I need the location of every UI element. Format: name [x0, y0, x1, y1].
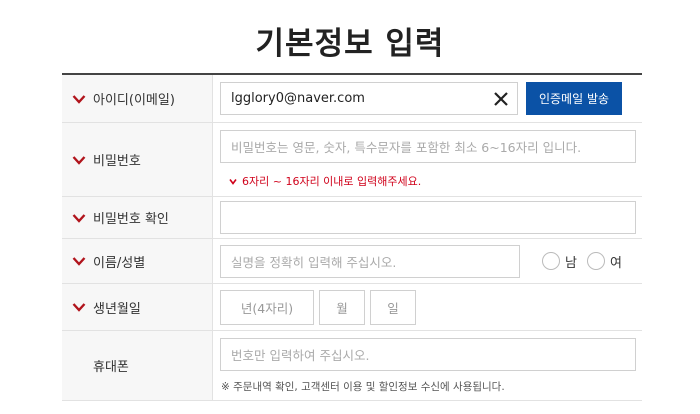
- name-placeholder: 실명을 정확히 입력해 주십시오.: [231, 254, 397, 270]
- birth-month-input[interactable]: 월: [319, 289, 365, 325]
- name-input[interactable]: 실명을 정확히 입력해 주십시오.: [220, 244, 520, 278]
- required-check-icon: [72, 213, 86, 223]
- label-cell-user-id: 아이디(이메일): [62, 75, 213, 122]
- password-confirm-label: 비밀번호 확인: [93, 212, 169, 227]
- value-cell-password-confirm: [213, 197, 642, 238]
- user-id-label: 아이디(이메일): [93, 93, 175, 108]
- label-cell-birth: 생년월일: [62, 284, 213, 330]
- gender-male-label[interactable]: 남: [565, 252, 577, 271]
- label-cell-name-gender: 이름/성별: [62, 239, 213, 283]
- value-cell-password: 비밀번호는 영문, 숫자, 특수문자를 포함한 최소 6~16자리 입니다. 6…: [213, 123, 642, 196]
- label-cell-password-confirm: 비밀번호 확인: [62, 197, 213, 238]
- value-cell-name-gender: 실명을 정확히 입력해 주십시오. 남 여: [213, 239, 642, 283]
- phone-usage-note: ※ 주문내역 확인, 고객센터 이용 및 할인정보 수신에 사용됩니다.: [221, 381, 505, 393]
- row-name-gender: 이름/성별 실명을 정확히 입력해 주십시오. 남 여: [62, 239, 642, 284]
- password-label: 비밀번호: [93, 154, 141, 169]
- password-error-message: 6자리 ~ 16자리 이내로 입력해주세요.: [229, 173, 421, 189]
- email-input[interactable]: lgglory0@naver.com: [220, 82, 518, 115]
- value-cell-phone: 번호만 입력하여 주십시오. ※ 주문내역 확인, 고객센터 이용 및 할인정보…: [213, 331, 642, 400]
- gender-male-radio[interactable]: [542, 252, 560, 270]
- email-input-value: lgglory0@naver.com: [231, 91, 365, 106]
- close-icon[interactable]: [493, 91, 509, 107]
- send-verification-email-button[interactable]: 인증메일 발송: [526, 82, 622, 115]
- required-check-icon: [72, 303, 86, 312]
- birth-year-input[interactable]: 년(4자리): [220, 289, 314, 325]
- row-user-id: 아이디(이메일) lgglory0@naver.com 인증메일 발송: [62, 75, 642, 123]
- password-confirm-input[interactable]: [220, 201, 636, 234]
- required-check-icon: [72, 257, 86, 266]
- label-cell-phone: 휴대폰: [62, 331, 213, 400]
- page-title: 기본정보 입력: [255, 26, 445, 62]
- password-input[interactable]: 비밀번호는 영문, 숫자, 특수문자를 포함한 최소 6~16자리 입니다.: [220, 130, 636, 163]
- row-birth: 생년월일 년(4자리) 월 일: [62, 284, 642, 331]
- required-check-icon: [72, 94, 86, 104]
- error-check-icon: [229, 178, 237, 185]
- gender-female-radio[interactable]: [586, 252, 605, 270]
- row-password-confirm: 비밀번호 확인: [62, 197, 642, 239]
- birth-day-input[interactable]: 일: [370, 289, 416, 325]
- value-cell-user-id: lgglory0@naver.com 인증메일 발송: [213, 75, 642, 122]
- gender-female-label[interactable]: 여: [610, 252, 622, 271]
- password-placeholder: 비밀번호는 영문, 숫자, 특수문자를 포함한 최소 6~16자리 입니다.: [231, 140, 582, 155]
- signup-form: 아이디(이메일) lgglory0@naver.com 인증메일 발송 비밀번호…: [62, 73, 642, 401]
- password-error-text: 6자리 ~ 16자리 이내로 입력해주세요.: [242, 175, 422, 188]
- gender-radio-group: 남 여: [542, 252, 622, 271]
- required-check-icon: [72, 155, 86, 165]
- row-password: 비밀번호 비밀번호는 영문, 숫자, 특수문자를 포함한 최소 6~16자리 입…: [62, 123, 642, 197]
- row-phone: 휴대폰 번호만 입력하여 주십시오. ※ 주문내역 확인, 고객센터 이용 및 …: [62, 331, 642, 401]
- phone-input[interactable]: 번호만 입력하여 주십시오.: [220, 338, 636, 371]
- phone-label: 휴대폰: [93, 360, 129, 375]
- phone-placeholder: 번호만 입력하여 주십시오.: [231, 348, 370, 363]
- birth-label: 생년월일: [93, 301, 141, 317]
- value-cell-birth: 년(4자리) 월 일: [213, 284, 642, 330]
- label-cell-password: 비밀번호: [62, 123, 213, 196]
- name-gender-label: 이름/성별: [93, 255, 146, 271]
